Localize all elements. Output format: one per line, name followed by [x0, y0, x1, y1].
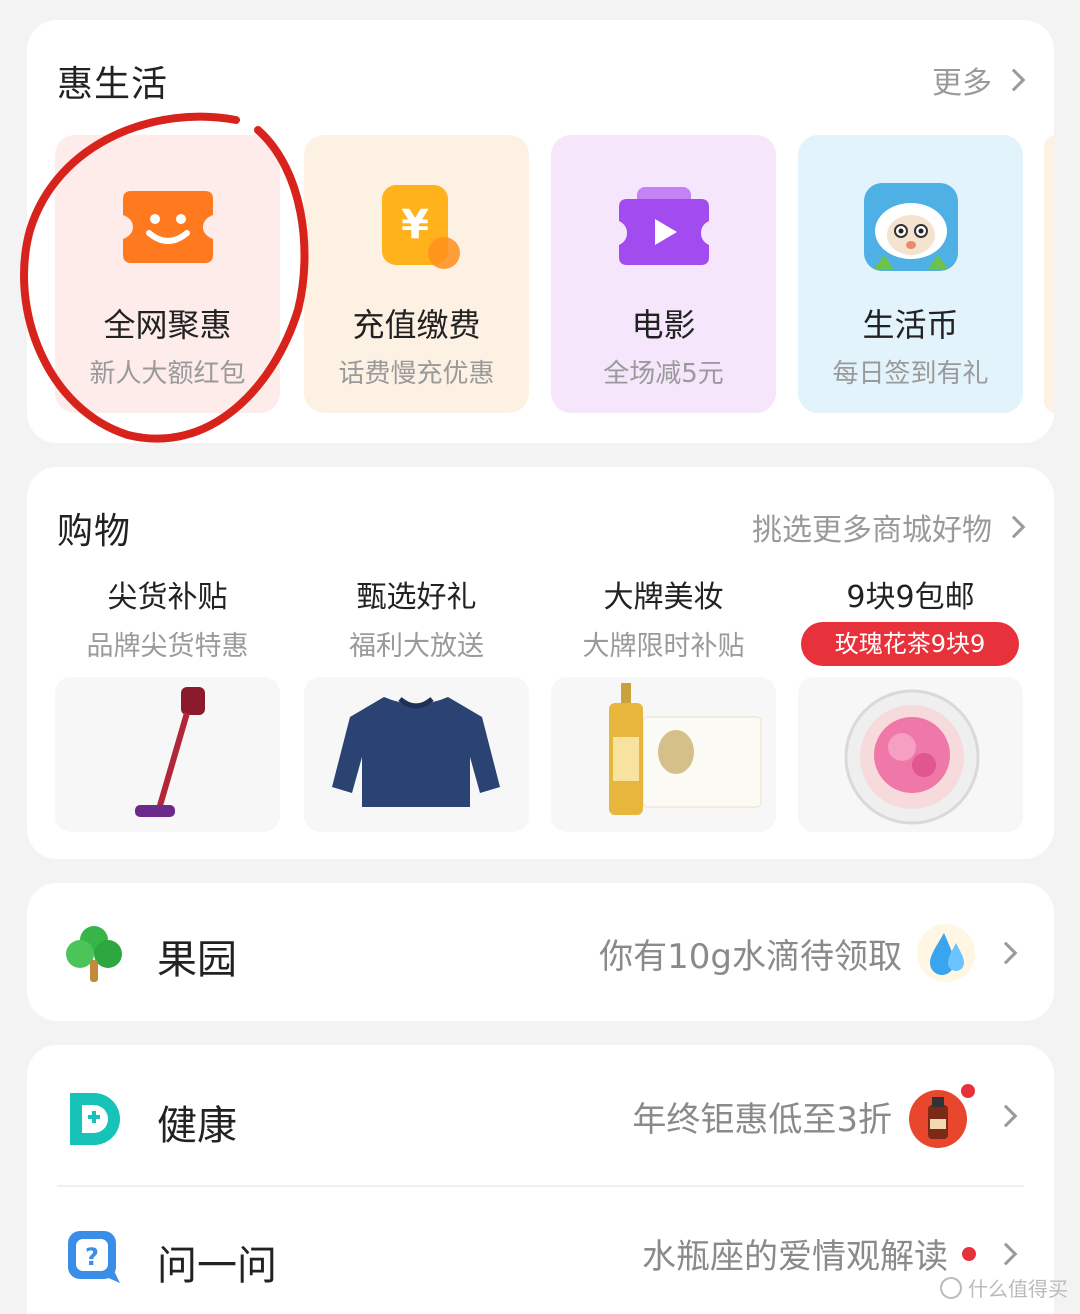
shop-item-subtitle: 品牌尖货特惠	[86, 631, 249, 662]
health-d-icon	[70, 1093, 120, 1145]
hui-section-title: 惠生活	[57, 64, 169, 105]
shop-item-subtitle: 大牌限时补贴	[582, 631, 745, 662]
tile-subtitle: 新人大额红包	[89, 359, 246, 389]
tree-icon	[66, 926, 122, 982]
tile-quanwang-juhui[interactable]: 全网聚惠 新人大额红包	[55, 135, 280, 413]
row-right-text: 你有10g水滴待领取	[599, 936, 902, 977]
shop-item-image-frame	[304, 677, 529, 832]
shop-item-title: 甄选好礼	[356, 580, 477, 615]
promo-badge: 玫瑰花茶9块9	[801, 622, 1019, 666]
tile-dianying[interactable]: 电影 全场减5元	[551, 135, 776, 413]
svg-text:¥: ¥	[401, 202, 429, 248]
chevron-right-icon	[994, 1242, 1018, 1265]
shop-item-jianhuo[interactable]: 尖货补贴 品牌尖货特惠	[55, 572, 280, 832]
tile-title: 全网聚惠	[103, 306, 232, 344]
tile-chongzhi-jiaofei[interactable]: ¥ 充值缴费 话费慢充优惠	[304, 135, 529, 413]
yuan-coin-icon: ¥	[382, 185, 460, 269]
shop-item-subtitle: 福利大放送	[349, 631, 484, 662]
chevron-right-icon	[994, 1104, 1018, 1128]
shop-item-title: 尖货补贴	[107, 580, 228, 615]
shop-item-image-frame	[798, 677, 1023, 832]
row-right-text: 年终钜惠低至3折	[632, 1099, 892, 1140]
shopping-more-label: 挑选更多商城好物	[752, 513, 992, 548]
shop-item-image-frame	[551, 677, 776, 832]
row-title: 问一问	[157, 1243, 277, 1289]
watermark-text: 什么值得买	[968, 1277, 1068, 1301]
row-right-group: 水瓶座的爱情观解读	[642, 1229, 1018, 1278]
chevron-right-icon	[1002, 68, 1026, 92]
tile-shenghuobi[interactable]: 生活币 每日签到有礼	[798, 135, 1023, 413]
row-right-group: 年终钜惠低至3折	[632, 1083, 1018, 1149]
rose-tea-image	[844, 689, 980, 825]
shop-item-title: 9块9包邮	[846, 580, 975, 615]
shop-item-title: 大牌美妆	[603, 580, 724, 615]
tile-subtitle: 话费慢充优惠	[338, 359, 495, 389]
tile-peek-edge	[1044, 135, 1054, 413]
svg-text:?: ?	[85, 1243, 99, 1271]
row-right-text: 水瓶座的爱情观解读	[642, 1237, 948, 1277]
row-title: 果园	[157, 937, 237, 983]
shopping-card: 购物 挑选更多商城好物 尖货补贴 品牌尖货特惠 甄选好礼 福利大放送 大牌美妆 …	[27, 467, 1054, 859]
hui-life-card: 惠生活 更多 全网聚惠 新人大额红包 ¥ 充值缴费 话费慢充优惠 电影 全场减5…	[27, 20, 1054, 443]
shopping-section-title: 购物	[57, 511, 132, 552]
hui-more-link[interactable]: 更多	[932, 58, 1026, 102]
health-ask-card: 健康 年终钜惠低至3折 ? 问一问 水瓶座的爱情观解读	[27, 1045, 1054, 1314]
tile-subtitle: 全场减5元	[603, 359, 724, 389]
tile-title: 充值缴费	[352, 306, 481, 344]
question-chat-icon: ?	[68, 1231, 120, 1283]
medicine-bottle-icon	[909, 1084, 975, 1148]
shop-item-jiukuaijiu[interactable]: 9块9包邮 玫瑰花茶9块9	[798, 572, 1023, 832]
chevron-right-icon	[994, 941, 1018, 965]
tile-subtitle: 每日签到有礼	[832, 359, 989, 389]
shop-item-image-frame	[55, 677, 280, 832]
row-title: 健康	[157, 1103, 237, 1149]
chevron-right-icon	[1002, 515, 1026, 539]
vacuum-cleaner-image	[135, 687, 205, 817]
health-row[interactable]: 健康 年终钜惠低至3折	[27, 1045, 1054, 1185]
watermark: 什么值得买	[940, 1273, 1068, 1302]
unread-dot	[962, 1246, 976, 1261]
shopping-more-link[interactable]: 挑选更多商城好物	[752, 505, 1026, 549]
serum-bottle-image	[609, 683, 762, 815]
row-right-group: 你有10g水滴待领取	[599, 923, 1018, 983]
ask-row[interactable]: ? 问一问 水瓶座的爱情观解读	[27, 1187, 1054, 1314]
shop-item-dapai[interactable]: 大牌美妆 大牌限时补贴	[551, 572, 776, 832]
tile-title: 生活币	[862, 306, 959, 344]
watermark-logo-icon	[940, 1276, 962, 1299]
hui-more-label: 更多	[932, 66, 992, 101]
smile-ticket-icon	[123, 191, 213, 263]
sheep-icon	[864, 183, 958, 271]
tile-title: 电影	[631, 306, 696, 344]
orchard-card[interactable]: 果园 你有10g水滴待领取	[27, 883, 1054, 1021]
shop-item-zhenxuan[interactable]: 甄选好礼 福利大放送	[304, 572, 529, 832]
sweater-image	[332, 697, 500, 807]
water-drop-icon	[917, 924, 975, 982]
movie-ticket-icon	[619, 187, 709, 265]
